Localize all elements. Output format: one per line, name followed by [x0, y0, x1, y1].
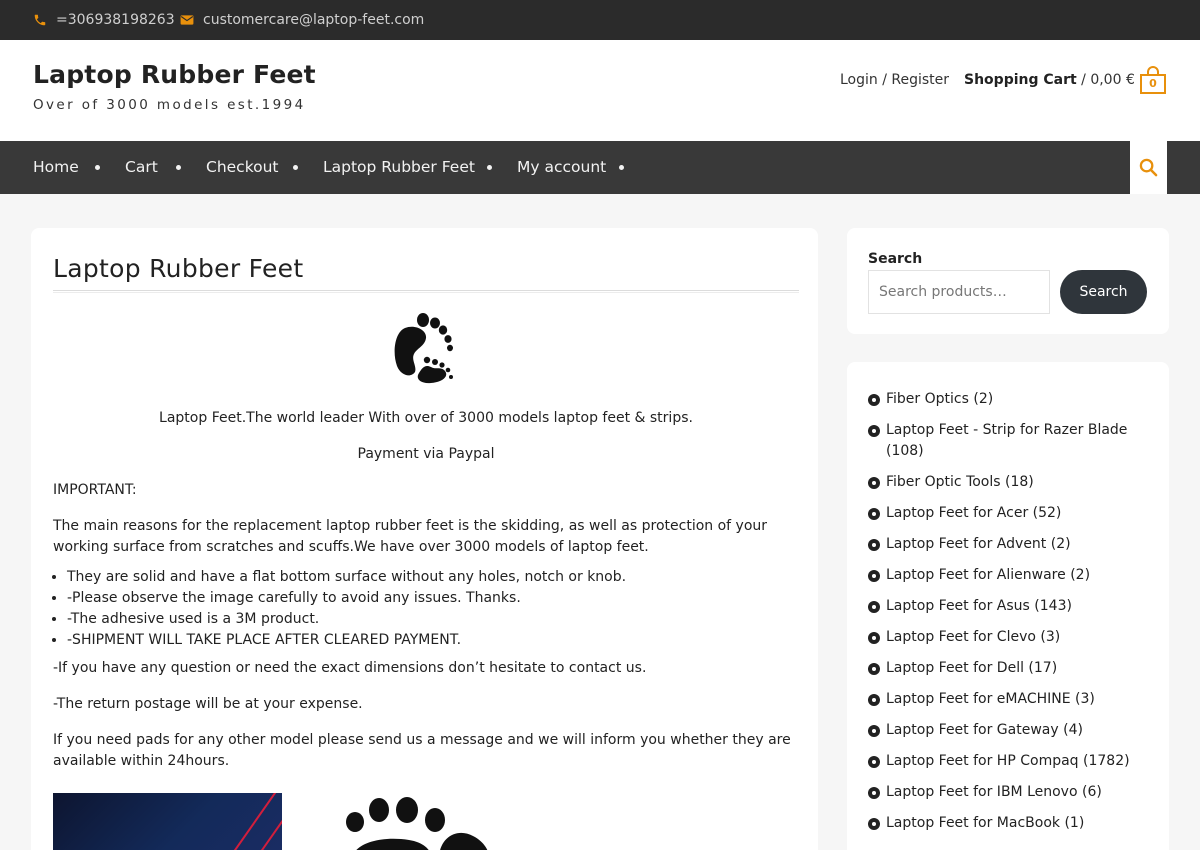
category-item[interactable]: Laptop Feet for HP Compaq (1782) — [868, 751, 1148, 772]
category-item[interactable]: Laptop Feet for Clevo (3) — [868, 627, 1148, 648]
question-text: -If you have any question or need the ex… — [53, 660, 647, 676]
category-item[interactable]: Laptop Feet for MacBook (1) — [868, 813, 1148, 834]
login-register-link[interactable]: Login / Register — [840, 72, 949, 88]
bullet-icon — [868, 570, 880, 582]
site-title[interactable]: Laptop Rubber Feet — [33, 60, 316, 89]
category-item[interactable]: Laptop Feet - Strip for Razer Blade (108… — [868, 420, 1148, 462]
category-item[interactable]: Laptop Feet for eMACHINE (3) — [868, 689, 1148, 710]
product-banner-image[interactable] — [53, 793, 282, 850]
bullet-icon — [868, 425, 880, 437]
search-button[interactable]: Search — [1060, 270, 1147, 314]
category-item[interactable]: Laptop Feet for Acer (52) — [868, 503, 1148, 524]
category-item[interactable]: Fiber Optic Tools (18) — [868, 472, 1148, 493]
nav-item-laptop-rubber-feet[interactable]: Laptop Rubber Feet — [323, 141, 475, 194]
nav-item-cart[interactable]: Cart — [125, 141, 158, 194]
phone-number: =306938198263 — [56, 12, 175, 28]
envelope-icon — [180, 15, 194, 25]
reasons-text: The main reasons for the replacement lap… — [53, 518, 768, 555]
top-bar: =306938198263 customercare@laptop-feet.c… — [0, 0, 1200, 40]
feature-list: They are solid and have a flat bottom su… — [67, 567, 799, 651]
email-contact[interactable]: customercare@laptop-feet.com — [180, 0, 424, 40]
site-header: Laptop Rubber Feet Over of 3000 models e… — [0, 40, 1200, 141]
list-item: They are solid and have a flat bottom su… — [67, 567, 799, 588]
bullet-icon — [868, 818, 880, 830]
category-item[interactable]: Laptop Feet for Advent (2) — [868, 534, 1148, 555]
bullet-icon — [868, 787, 880, 799]
nav-item-home[interactable]: Home — [33, 141, 79, 194]
page-content: Laptop Feet.The world leader With over o… — [53, 408, 799, 787]
other-model-text: If you need pads for any other model ple… — [53, 732, 791, 769]
bullet-icon — [868, 756, 880, 768]
search-icon — [1139, 158, 1158, 177]
nav-item-checkout[interactable]: Checkout — [206, 141, 279, 194]
list-item: -The adhesive used is a 3M product. — [67, 609, 799, 630]
site-tagline: Over of 3000 models est.1994 — [33, 97, 306, 113]
category-item[interactable]: Laptop Feet for Dell (17) — [868, 658, 1148, 679]
payment-text: Payment via Paypal — [357, 446, 495, 462]
nav-separator — [487, 165, 492, 170]
search-products-input[interactable] — [868, 270, 1050, 314]
category-item[interactable]: Laptop Feet for Gateway (4) — [868, 720, 1148, 741]
shopping-cart-link[interactable]: Shopping Cart / 0,00 € — [964, 72, 1135, 88]
bullet-icon — [868, 632, 880, 644]
nav-search-button[interactable] — [1130, 141, 1167, 194]
bullet-icon — [868, 725, 880, 737]
page-title: Laptop Rubber Feet — [53, 254, 304, 283]
cart-total: / 0,00 € — [1076, 72, 1135, 88]
bullet-icon — [868, 694, 880, 706]
search-widget: Search Search — [847, 228, 1169, 334]
bullet-icon — [868, 477, 880, 489]
category-list: Fiber Optics (2) Laptop Feet - Strip for… — [868, 389, 1148, 844]
intro-text: Laptop Feet.The world leader With over o… — [159, 410, 693, 426]
footprint-large-icon — [346, 797, 488, 850]
main-content: Laptop Rubber Feet Laptop Feet.The world… — [31, 228, 818, 850]
categories-widget: Fiber Optics (2) Laptop Feet - Strip for… — [847, 362, 1169, 850]
search-widget-title: Search — [868, 251, 923, 267]
category-item[interactable]: Laptop Feet for IBM Lenovo (6) — [868, 782, 1148, 803]
nav-item-my-account[interactable]: My account — [517, 141, 606, 194]
phone-icon — [34, 14, 46, 26]
footprint-logo-icon — [394, 313, 453, 384]
title-divider — [53, 290, 799, 293]
return-text: -The return postage will be at your expe… — [53, 696, 363, 712]
nav-separator — [293, 165, 298, 170]
list-item: -Please observe the image carefully to a… — [67, 588, 799, 609]
bullet-icon — [868, 394, 880, 406]
nav-separator — [176, 165, 181, 170]
bullet-icon — [868, 508, 880, 520]
nav-separator — [95, 165, 100, 170]
list-item: -SHIPMENT WILL TAKE PLACE AFTER CLEARED … — [67, 630, 799, 651]
bullet-icon — [868, 539, 880, 551]
nav-separator — [619, 165, 624, 170]
email-address: customercare@laptop-feet.com — [203, 12, 425, 28]
bullet-icon — [868, 601, 880, 613]
cart-count-badge: 0 — [1149, 77, 1157, 90]
category-item[interactable]: Fiber Optics (2) — [868, 389, 1148, 410]
main-navigation: Home Cart Checkout Laptop Rubber Feet My… — [0, 141, 1200, 194]
phone-contact[interactable]: =306938198263 — [33, 0, 175, 40]
category-item[interactable]: Laptop Feet for Alienware (2) — [868, 565, 1148, 586]
category-item[interactable]: Laptop Feet for Asus (143) — [868, 596, 1148, 617]
bullet-icon — [868, 663, 880, 675]
important-heading: IMPORTANT: — [53, 482, 137, 498]
cart-label: Shopping Cart — [964, 72, 1077, 88]
